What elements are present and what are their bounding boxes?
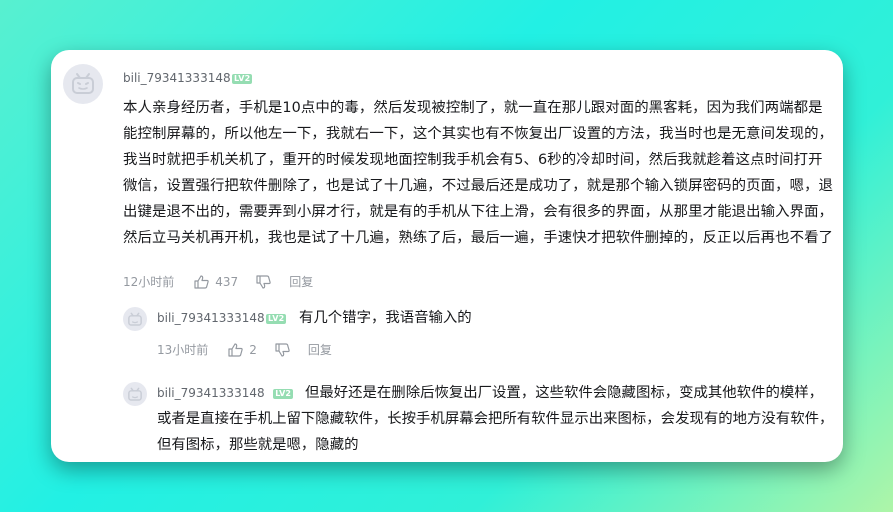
like-button[interactable]: 2 [228,343,257,357]
comment-time: 12小时前 [123,275,175,289]
thumb-up-icon [228,342,244,357]
reply-username[interactable]: bili_79341333148 [157,311,265,325]
bilibili-tv-avatar-icon [128,387,142,401]
comment-meta: 12小时前 437 回复 [123,273,313,290]
reply-avatar[interactable] [123,307,147,331]
level-badge: LV2 [232,74,253,84]
reply-meta: 13小时前 2 回复 [157,341,332,358]
thumb-up-icon [194,274,210,289]
avatar[interactable] [63,64,103,104]
level-badge: LV2 [273,389,293,399]
level-badge: LV2 [266,314,287,324]
comment-content: 本人亲身经历者，手机是10点中的毒，然后发现被控制了，就一直在那儿跟对面的黑客耗… [123,100,834,246]
reply-body: bili_79341333148 LV2 但最好还是在删除后恢复出厂设置，这些软件… [157,380,837,458]
reply-time: 13小时前 [157,343,209,357]
dislike-button[interactable] [256,274,271,289]
like-count: 2 [249,342,257,357]
like-count: 437 [215,274,239,289]
thumb-down-icon [275,342,290,357]
username[interactable]: bili_79341333148 [123,71,231,85]
bilibili-tv-avatar-icon [128,312,142,326]
dislike-button[interactable] [275,342,290,357]
comment-card: bili_79341333148 LV2 本人亲身经历者，手机是10点中的毒，然… [51,50,843,462]
thumb-down-icon [256,274,271,289]
reply-username[interactable]: bili_79341333148 [157,386,265,400]
reply-avatar[interactable] [123,382,147,406]
reply-content: 有几个错字，我语音输入的 [299,310,472,326]
reply-button[interactable]: 回复 [289,273,313,290]
reply-button[interactable]: 回复 [308,341,332,358]
like-button[interactable]: 437 [194,275,238,289]
bilibili-tv-avatar-icon [72,73,94,94]
